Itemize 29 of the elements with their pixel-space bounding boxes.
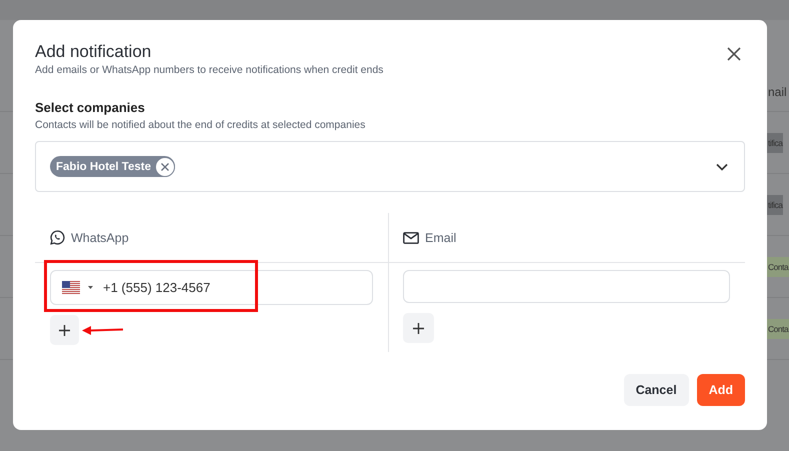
cancel-button[interactable]: Cancel [624, 374, 689, 406]
phone-field[interactable]: +1 (555) 123-4567 [50, 270, 373, 305]
close-icon [726, 46, 742, 62]
plus-icon [413, 322, 424, 334]
column-title: Email [425, 230, 456, 244]
remove-icon[interactable] [155, 156, 175, 176]
status-badge: tifica [767, 194, 784, 214]
mail-icon [403, 232, 419, 244]
column-header: nail [768, 85, 787, 99]
caret-icon[interactable] [88, 286, 93, 289]
arrow-drawing [82, 325, 124, 335]
add-email-button[interactable] [403, 313, 434, 343]
company-select[interactable]: Fabio Hotel Teste [35, 141, 745, 192]
status-badge: Conta [767, 256, 789, 276]
phone-input[interactable]: +1 (555) 123-4567 [101, 279, 372, 296]
status-badge: Conta [767, 318, 789, 338]
status-badge: tifica [767, 132, 784, 152]
column-title: WhatsApp [71, 230, 129, 244]
email-field[interactable] [403, 270, 730, 303]
add-phone-button[interactable] [50, 315, 79, 345]
plus-icon [59, 324, 70, 336]
chevron-down-icon[interactable] [716, 162, 728, 170]
flag-icon[interactable] [62, 281, 80, 294]
dialog-subtitle: Add emails or WhatsApp numbers to receive notifications when credit ends [35, 64, 384, 76]
company-chip: Fabio Hotel Teste [50, 156, 175, 177]
section-description: Contacts will be notified about the end of credits at selected companies [35, 119, 366, 131]
section-label: Select companies [35, 100, 146, 115]
whatsapp-icon [50, 230, 65, 245]
dialog-title: Add notification [35, 42, 152, 62]
